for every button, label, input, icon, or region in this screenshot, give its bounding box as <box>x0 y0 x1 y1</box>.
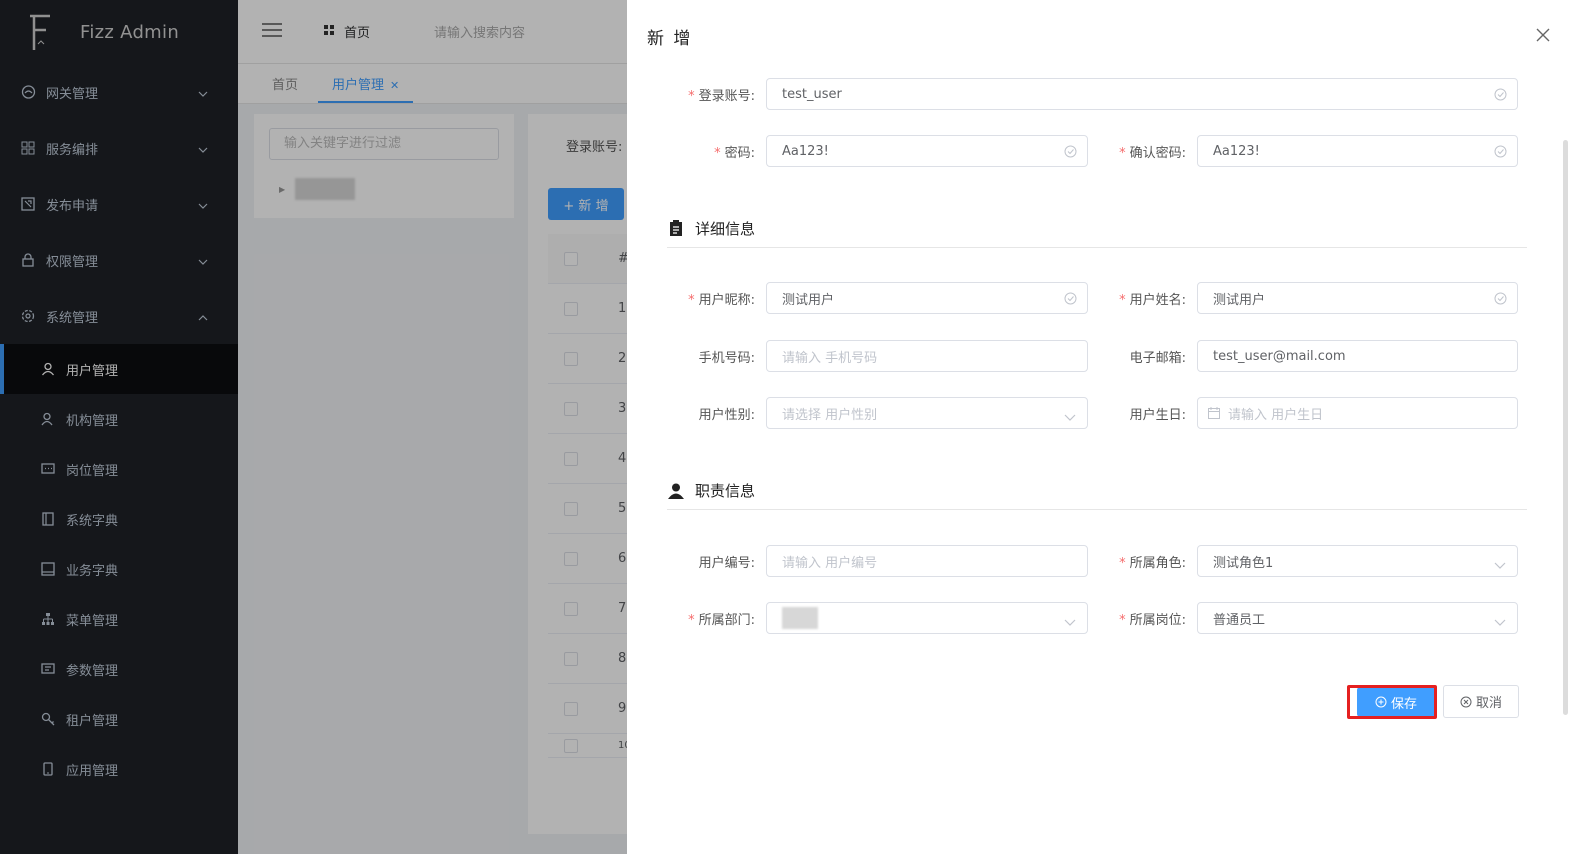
login-field: * 登录账号: test_user <box>666 78 1518 110</box>
required-mark: * <box>688 88 695 104</box>
required-mark: * <box>714 145 721 161</box>
check-circle-icon <box>1064 292 1077 305</box>
dept-label: * 所属部门: <box>666 609 766 628</box>
post-select[interactable]: 普通员工 <box>1197 602 1518 634</box>
birthday-picker[interactable]: 请输入 用户生日 <box>1197 397 1518 429</box>
highlight-box <box>1347 685 1437 719</box>
phone-input[interactable]: 请输入 手机号码 <box>766 340 1088 372</box>
dept-label-text: 所属部门: <box>698 612 755 628</box>
realname-input[interactable]: 测试用户 <box>1197 282 1518 314</box>
check-circle-icon <box>1494 292 1507 305</box>
user-code-placeholder: 请输入 用户编号 <box>782 555 878 571</box>
login-input[interactable]: test_user <box>766 78 1518 110</box>
confirm-password-label-text: 确认密码: <box>1129 145 1186 161</box>
add-user-drawer: 新 增 * 登录账号: test_user * 密码: Aa123! * 确认密码: … <box>627 0 1578 854</box>
post-field: * 所属岗位: 普通员工 <box>1097 602 1518 634</box>
chevron-down-icon <box>1064 615 1077 628</box>
nickname-value: 测试用户 <box>782 292 835 308</box>
realname-label-text: 用户姓名: <box>1129 292 1186 308</box>
clipboard-icon <box>667 220 685 238</box>
birthday-placeholder: 请输入 用户生日 <box>1228 407 1324 423</box>
role-value: 测试角色1 <box>1213 555 1274 571</box>
user-icon <box>667 482 685 500</box>
check-circle-icon <box>1494 145 1507 158</box>
gender-field: 用户性别: 请选择 用户性别 <box>666 397 1088 429</box>
post-label-text: 所属岗位: <box>1129 612 1186 628</box>
dept-field: * 所属部门: <box>666 602 1088 634</box>
confirm-password-field: * 确认密码: Aa123! <box>1097 135 1518 167</box>
check-circle-icon <box>1494 88 1507 101</box>
drawer-title: 新 增 <box>647 29 693 49</box>
password-label: * 密码: <box>666 142 766 161</box>
phone-placeholder: 请输入 手机号码 <box>782 350 878 366</box>
close-icon[interactable] <box>1536 28 1550 42</box>
role-label: * 所属角色: <box>1097 552 1197 571</box>
role-select[interactable]: 测试角色1 <box>1197 545 1518 577</box>
cancel-button-label: 取消 <box>1475 696 1502 711</box>
check-circle-icon <box>1064 145 1077 158</box>
nickname-input[interactable]: 测试用户 <box>766 282 1088 314</box>
user-code-field: 用户编号: 请输入 用户编号 <box>666 545 1088 577</box>
phone-field: 手机号码: 请输入 手机号码 <box>666 340 1088 372</box>
required-mark: * <box>1119 292 1126 308</box>
login-label: * 登录账号: <box>666 85 766 104</box>
password-input[interactable]: Aa123! <box>766 135 1088 167</box>
realname-label: * 用户姓名: <box>1097 289 1197 308</box>
section-job: 职责信息 <box>667 472 1527 510</box>
blurred-dept-value <box>782 607 818 629</box>
birthday-field: 用户生日: 请输入 用户生日 <box>1097 397 1518 429</box>
required-mark: * <box>1119 555 1126 571</box>
nickname-label: * 用户昵称: <box>666 289 766 308</box>
email-field: 电子邮箱: test_user@mail.com <box>1097 340 1518 372</box>
post-value: 普通员工 <box>1213 612 1266 628</box>
nickname-label-text: 用户昵称: <box>698 292 755 308</box>
required-mark: * <box>1119 145 1126 161</box>
email-input[interactable]: test_user@mail.com <box>1197 340 1518 372</box>
birthday-label: 用户生日: <box>1129 407 1186 423</box>
role-label-text: 所属角色: <box>1129 555 1186 571</box>
section-job-title: 职责信息 <box>695 482 756 500</box>
role-field: * 所属角色: 测试角色1 <box>1097 545 1518 577</box>
required-mark: * <box>688 612 695 628</box>
dept-select[interactable] <box>766 602 1088 634</box>
chevron-down-icon <box>1494 558 1507 571</box>
login-value: test_user <box>782 86 842 102</box>
phone-label: 手机号码: <box>698 350 755 366</box>
chevron-down-icon <box>1064 410 1077 423</box>
password-label-text: 密码: <box>724 145 755 161</box>
chevron-down-icon <box>1494 615 1507 628</box>
gender-select[interactable]: 请选择 用户性别 <box>766 397 1088 429</box>
user-code-input[interactable]: 请输入 用户编号 <box>766 545 1088 577</box>
gender-placeholder: 请选择 用户性别 <box>782 407 878 423</box>
gender-label: 用户性别: <box>698 407 755 423</box>
login-label-text: 登录账号: <box>698 88 755 104</box>
realname-value: 测试用户 <box>1213 292 1266 308</box>
post-label: * 所属岗位: <box>1097 609 1197 628</box>
password-field: * 密码: Aa123! <box>666 135 1088 167</box>
confirm-password-input[interactable]: Aa123! <box>1197 135 1518 167</box>
realname-field: * 用户姓名: 测试用户 <box>1097 282 1518 314</box>
user-code-label: 用户编号: <box>698 555 755 571</box>
scrollbar[interactable] <box>1563 140 1568 715</box>
close-circle-icon <box>1460 696 1472 708</box>
password-value: Aa123! <box>782 143 829 159</box>
cancel-button[interactable]: 取消 <box>1443 685 1519 718</box>
confirm-password-value: Aa123! <box>1213 143 1260 159</box>
required-mark: * <box>688 292 695 308</box>
section-detail: 详细信息 <box>667 210 1527 248</box>
required-mark: * <box>1119 612 1126 628</box>
calendar-icon <box>1208 407 1220 419</box>
section-detail-title: 详细信息 <box>695 220 756 238</box>
email-label: 电子邮箱: <box>1129 350 1186 366</box>
confirm-password-label: * 确认密码: <box>1097 142 1197 161</box>
email-value: test_user@mail.com <box>1213 348 1346 364</box>
nickname-field: * 用户昵称: 测试用户 <box>666 282 1088 314</box>
